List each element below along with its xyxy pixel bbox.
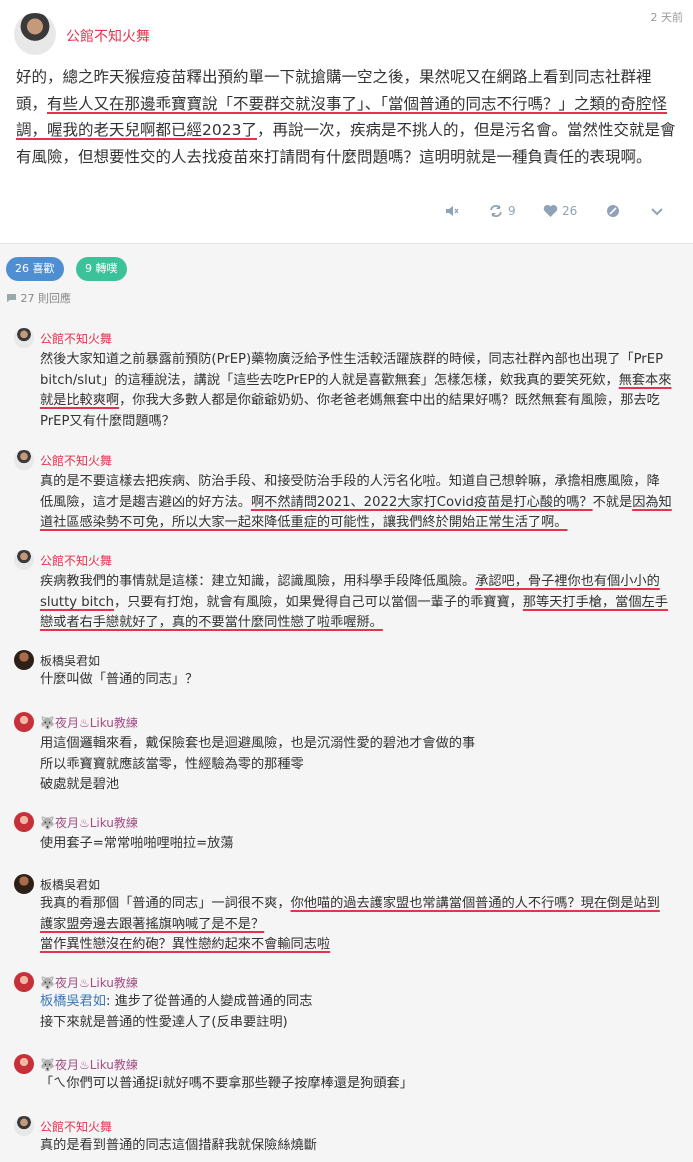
replies-count: 27 則回應 <box>6 290 71 306</box>
comment-body: 我真的看那個「普通的同志」一詞很不爽，你他喵的過去護家盟也常講當個普通的人不行嗎… <box>40 894 672 956</box>
commenter-avatar[interactable] <box>14 972 34 992</box>
commenter-avatar[interactable] <box>14 450 34 470</box>
block-button[interactable] <box>606 204 620 218</box>
commenter-name[interactable]: 公館不知火舞 <box>40 452 112 469</box>
commenter-name[interactable]: 板橋吳君如 <box>40 652 100 669</box>
commenter-avatar[interactable] <box>14 874 34 894</box>
commenter-name[interactable]: 公館不知火舞 <box>40 1118 112 1135</box>
comment-line: 用這個邏輯來看，戴保險套也是迴避風險，也是沉溺性愛的碧池才會做的事 <box>40 736 476 751</box>
commenter-name[interactable]: 🐺夜月♨Liku教練 <box>40 974 138 991</box>
post-time: 2 天前 <box>650 11 684 24</box>
likes-pill[interactable]: 26 喜歡 <box>6 257 64 281</box>
comment-body: 「ㄟ你們可以普通捉i就好嗎不要拿那些鞭子按摩棒還是狗頭套」 <box>40 1076 413 1091</box>
commenter-avatar[interactable] <box>14 712 34 732</box>
comment-body: 使用套子=常常啪啪哩啪拉=放蕩 <box>40 836 234 851</box>
commenter-avatar[interactable] <box>14 1116 34 1136</box>
post-stats: 26 喜歡 9 轉噗 <box>0 243 693 313</box>
commenter-avatar[interactable] <box>14 650 34 670</box>
repost-count: 9 <box>508 204 516 218</box>
comment-text: : 進步了從普通的人變成普通的同志 <box>105 994 313 1009</box>
post-body: 好的，總之昨天猴痘疫苗釋出預約單一下就搶購一空之後，果然呢又在網路上看到同志社群… <box>16 64 676 170</box>
expand-button[interactable] <box>650 204 664 218</box>
comment-text: 疾病教我們的事情就是這樣：建立知識，認識風險，用科學手段降低風險。 <box>40 574 476 589</box>
comment-body: 疾病教我們的事情就是這樣：建立知識，認識風險，用科學手段降低風險。承認吧，骨子裡… <box>40 572 672 634</box>
comment-line: 接下來就是普通的性愛達人了(反串要註明) <box>40 1014 288 1030</box>
comment-body: 真的是看到普通的同志這個措辭我就保險絲燒斷 <box>40 1138 317 1153</box>
post-author[interactable]: 公館不知火舞 <box>66 26 150 46</box>
like-button[interactable]: 26 <box>543 204 577 218</box>
comment-body: 用這個邏輯來看，戴保險套也是迴避風險，也是沉溺性愛的碧池才會做的事 所以乖寶寶就… <box>40 734 672 796</box>
main-post: 公館不知火舞 2 天前 好的，總之昨天猴痘疫苗釋出預約單一下就搶購一空之後，果然… <box>0 0 693 244</box>
commenter-name[interactable]: 板橋吳君如 <box>40 876 100 893</box>
block-icon <box>607 205 619 217</box>
speech-bubble-icon <box>7 294 16 302</box>
commenter-avatar[interactable] <box>14 1054 34 1074</box>
comment-text: 然後大家知道之前暴露前預防(PrEP)藥物廣泛給予性生活較活躍族群的時候，同志社… <box>40 352 664 388</box>
mute-button[interactable] <box>444 204 460 218</box>
comment-text: ，你我大多數人都是你爺爺奶奶、你老爸老媽無套中出的結果好嗎？既然無套有風險，那去… <box>40 393 660 429</box>
author-avatar[interactable] <box>14 13 56 55</box>
repost-button[interactable]: 9 <box>488 204 516 218</box>
comment-underlined: 啊不然請問2021、2022大家打Covid疫苗是打心酸的嗎？ <box>251 494 593 510</box>
comment-body: 板橋吳君如: 進步了從普通的人變成普通的同志 接下來就是普通的性愛達人了(反串要… <box>40 992 672 1033</box>
comment-underlined: 當作異性戀沒在約砲？異性戀約起來不會輸同志啦 <box>40 937 331 952</box>
commenter-name[interactable]: 公館不知火舞 <box>40 552 112 569</box>
mute-icon <box>446 206 459 216</box>
commenter-avatar[interactable] <box>14 550 34 570</box>
comment-line: 所以乖寶寶就應該當零，性經驗為零的那種零 <box>40 756 304 772</box>
comment-body: 什麼叫做「普通的同志」？ <box>40 672 199 687</box>
comment-body: 然後大家知道之前暴露前預防(PrEP)藥物廣泛給予性生活較活躍族群的時候，同志社… <box>40 350 672 432</box>
reposts-pill[interactable]: 9 轉噗 <box>76 257 127 281</box>
comment-text: 我真的看那個「普通的同志」一詞很不爽， <box>40 896 291 911</box>
mention-link[interactable]: 板橋吳君如 <box>40 994 106 1009</box>
commenter-name[interactable]: 🐺夜月♨Liku教練 <box>40 714 138 731</box>
comment-body: 真的是不要這樣去把疾病、防治手段、和接受防治手段的人污名化啦。知道自己想幹嘛，承… <box>40 472 672 534</box>
commenter-name[interactable]: 公館不知火舞 <box>40 330 112 347</box>
comment-text: ，只要有打炮，就會有風險，如果覺得自己可以當個一輩子的乖寶寶， <box>114 594 523 610</box>
commenter-avatar[interactable] <box>14 812 34 832</box>
heart-icon <box>543 205 558 217</box>
commenter-avatar[interactable] <box>14 328 34 348</box>
comment-line: 破處就是碧池 <box>40 777 120 792</box>
chevron-down-icon <box>651 208 663 216</box>
commenter-name[interactable]: 🐺夜月♨Liku教練 <box>40 1056 138 1073</box>
commenter-name[interactable]: 🐺夜月♨Liku教練 <box>40 814 138 831</box>
like-count: 26 <box>562 204 578 218</box>
repost-icon <box>490 205 502 217</box>
replies-label: 27 則回應 <box>20 292 72 305</box>
comment-text: 不就是 <box>592 494 633 510</box>
post-underlined-2: 喔我的老天兒啊都已經2023了 <box>47 121 257 139</box>
